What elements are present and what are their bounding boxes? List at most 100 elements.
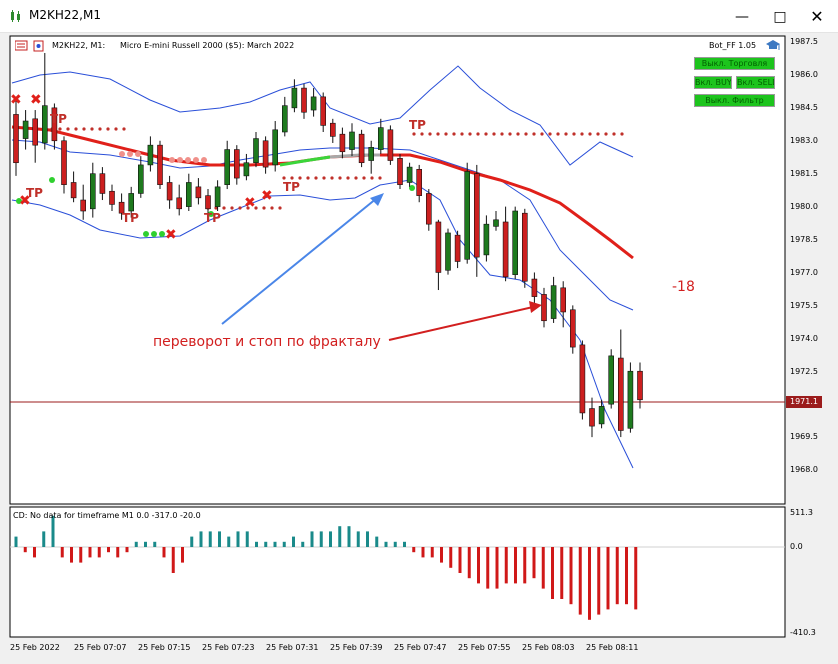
stop-cross-icon: ✖	[10, 92, 22, 108]
entry-dot	[135, 151, 141, 157]
tp-level-dot	[444, 132, 448, 136]
entry-dot	[185, 157, 191, 163]
graduation-cap-icon	[766, 40, 780, 50]
stop-level-dot	[306, 176, 310, 180]
stop-level-dot	[370, 176, 374, 180]
candle-body	[138, 164, 144, 194]
tp-level-dot	[596, 132, 600, 136]
tp-level-dot	[508, 132, 512, 136]
toggle-filter-button[interactable]: Выкл. Фильтр	[694, 94, 775, 107]
histogram-bar	[319, 531, 323, 547]
histogram-bar	[301, 541, 305, 547]
histogram-bar	[421, 547, 425, 558]
histogram-bar	[541, 547, 545, 589]
histogram-bar	[199, 531, 203, 547]
bot-name: Bot_FF 1.05	[709, 41, 757, 50]
histogram-bar	[282, 541, 286, 547]
histogram-bar	[514, 547, 517, 584]
candle-body	[358, 133, 365, 164]
candle-body	[560, 287, 567, 313]
tp-level-dot	[556, 132, 560, 136]
entry-dot	[169, 157, 175, 163]
histogram-bar	[292, 536, 295, 547]
enable-sell-button[interactable]: Вкл. SELL	[736, 76, 775, 89]
stop-level-dot	[338, 176, 342, 180]
entry-dot	[49, 177, 55, 183]
histogram-bar	[356, 531, 360, 547]
candle-body	[32, 118, 39, 146]
tp-level-dot	[476, 132, 480, 136]
tp-level-dot	[492, 132, 496, 136]
entry-dot	[119, 151, 125, 157]
candle-body	[569, 309, 576, 348]
candle-body	[147, 144, 154, 166]
histogram-bar	[523, 547, 527, 584]
x-axis-label: 25 Feb 2022	[10, 643, 60, 652]
candle-body	[493, 219, 499, 227]
candle-body	[320, 96, 327, 126]
histogram-bar	[532, 547, 536, 579]
candle-body	[128, 193, 134, 212]
tp-level-dot	[262, 206, 266, 210]
histogram-bar	[42, 531, 46, 547]
y-axis-label: 1983.0	[790, 136, 818, 145]
histogram-bar	[347, 526, 351, 547]
tp-level-dot	[468, 132, 472, 136]
tp-level-dot	[540, 132, 544, 136]
histogram-bar	[338, 526, 342, 547]
candle-body	[176, 197, 182, 210]
entry-dot	[151, 231, 157, 237]
stop-cross-icon: ✖	[165, 227, 177, 243]
indicator-area[interactable]	[9, 506, 786, 638]
indicator-label: CD: No data for timeframe M1 0.0 -317.0 …	[13, 511, 201, 520]
candle-body	[454, 234, 461, 262]
histogram-bar	[79, 547, 83, 563]
histogram-bar	[60, 547, 64, 558]
candle-body	[531, 278, 538, 297]
y-axis-label: 1975.5	[790, 301, 818, 310]
candle-body	[157, 144, 163, 185]
x-axis-label: 25 Feb 07:47	[394, 643, 447, 652]
chart-symbol: M2KH22, M1:	[52, 41, 106, 50]
tp-level-dot	[270, 206, 274, 210]
candle-body	[425, 193, 432, 225]
stop-cross-icon: ✖	[261, 188, 273, 204]
indicator-axis-label: -410.3	[790, 628, 816, 637]
chart-list-icon[interactable]	[15, 40, 28, 51]
candle-body	[589, 408, 595, 427]
candle-body	[243, 162, 250, 177]
histogram-bar	[190, 536, 194, 547]
y-axis-label: 1972.5	[790, 367, 818, 376]
tp-level-dot	[500, 132, 504, 136]
chart-description: Micro E-mini Russell 2000 ($5): March 20…	[120, 41, 295, 50]
candle-body	[80, 199, 86, 212]
candle-body	[253, 138, 259, 164]
annotation-reversal: переворот и стоп по фракталу	[153, 334, 381, 350]
tp-level-dot	[278, 206, 282, 210]
candle-body	[301, 87, 307, 113]
candle-body	[13, 114, 19, 164]
histogram-bar	[153, 541, 157, 547]
tp-level-dot	[524, 132, 528, 136]
histogram-bar	[504, 547, 508, 584]
entry-dot	[201, 157, 207, 163]
histogram-bar	[440, 547, 443, 563]
toggle-trading-button[interactable]: Выкл. Торговля	[694, 57, 775, 70]
candle-body	[406, 166, 413, 183]
tp-level-dot	[106, 127, 110, 131]
tp-level-dot	[436, 132, 440, 136]
main-chart-area[interactable]	[9, 35, 786, 505]
histogram-bar	[33, 547, 36, 558]
y-axis-label: 1980.0	[790, 202, 818, 211]
histogram-bar	[264, 541, 268, 547]
y-axis-label: 1981.5	[790, 169, 818, 178]
candle-body	[291, 87, 298, 109]
candle-body	[234, 149, 240, 179]
candle-body	[272, 129, 279, 166]
candle-body	[502, 221, 509, 278]
enable-buy-button[interactable]: Вкл. BUY	[694, 76, 732, 89]
histogram-bar	[366, 531, 369, 547]
candle-body	[377, 127, 384, 150]
tp-level-dot	[58, 127, 62, 131]
candle-body	[464, 171, 471, 260]
